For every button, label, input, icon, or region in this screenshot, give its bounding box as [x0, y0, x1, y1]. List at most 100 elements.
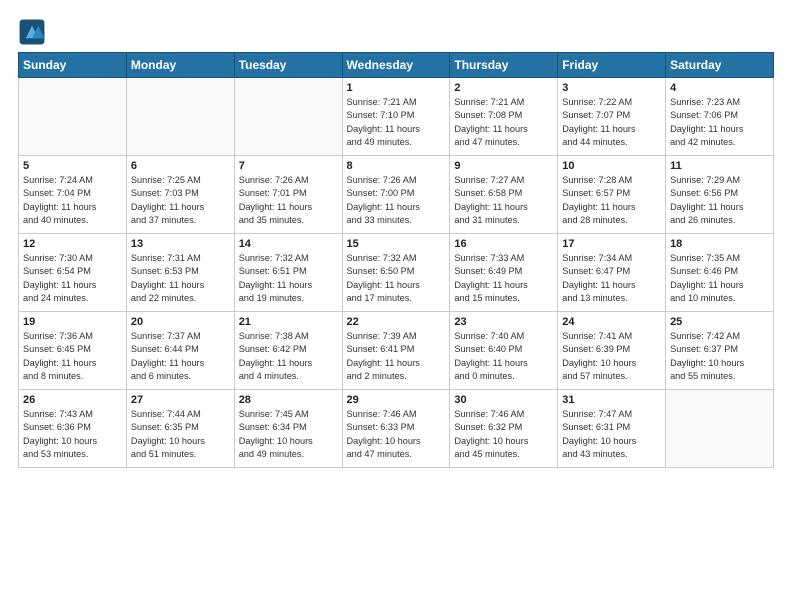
day-number: 13 [131, 238, 230, 250]
day-number: 31 [562, 394, 661, 406]
week-row-1: 1 Sunrise: 7:21 AM Sunset: 7:10 PM Daylig… [19, 78, 774, 156]
day-cell: 7Sunrise: 7:26 AM Sunset: 7:01 PM Daylig… [234, 156, 342, 234]
day-number: 16 [454, 238, 553, 250]
day-cell: 4Sunrise: 7:23 AM Sunset: 7:06 PM Daylig… [666, 78, 774, 156]
day-cell: 30Sunrise: 7:46 AM Sunset: 6:32 PM Dayli… [450, 390, 558, 468]
week-row-2: 5 Sunrise: 7:24 AM Sunset: 7:04 PM Daylig… [19, 156, 774, 234]
day-cell: 31 Sunrise: 7:47 AM Sunset: 6:31 PM Dayli… [558, 390, 666, 468]
day-info: Sunrise: 7:43 AM Sunset: 6:36 PM Dayligh… [23, 408, 122, 461]
day-cell: 27Sunrise: 7:44 AM Sunset: 6:35 PM Dayli… [126, 390, 234, 468]
day-info: Sunrise: 7:47 AM Sunset: 6:31 PM Dayligh… [562, 408, 661, 461]
day-info: Sunrise: 7:21 AM Sunset: 7:08 PM Dayligh… [454, 96, 553, 149]
day-info: Sunrise: 7:41 AM Sunset: 6:39 PM Dayligh… [562, 330, 661, 383]
day-info: Sunrise: 7:26 AM Sunset: 7:01 PM Dayligh… [239, 174, 338, 227]
day-info: Sunrise: 7:29 AM Sunset: 6:56 PM Dayligh… [670, 174, 769, 227]
day-info: Sunrise: 7:24 AM Sunset: 7:04 PM Dayligh… [23, 174, 122, 227]
day-info: Sunrise: 7:27 AM Sunset: 6:58 PM Dayligh… [454, 174, 553, 227]
day-cell: 18 Sunrise: 7:35 AM Sunset: 6:46 PM Dayli… [666, 234, 774, 312]
day-number: 12 [23, 238, 122, 250]
day-info: Sunrise: 7:30 AM Sunset: 6:54 PM Dayligh… [23, 252, 122, 305]
day-number: 6 [131, 160, 230, 172]
day-cell: 6 Sunrise: 7:25 AM Sunset: 7:03 PM Daylig… [126, 156, 234, 234]
day-number: 24 [562, 316, 661, 328]
col-header-monday: Monday [126, 53, 234, 78]
logo-icon [18, 18, 46, 46]
day-number: 1 [347, 82, 446, 94]
day-info: Sunrise: 7:37 AM Sunset: 6:44 PM Dayligh… [131, 330, 230, 383]
day-cell: 13 Sunrise: 7:31 AM Sunset: 6:53 PM Dayli… [126, 234, 234, 312]
day-number: 20 [131, 316, 230, 328]
day-cell: 10 Sunrise: 7:28 AM Sunset: 6:57 PM Dayli… [558, 156, 666, 234]
day-cell [126, 78, 234, 156]
day-info: Sunrise: 7:21 AM Sunset: 7:10 PM Dayligh… [347, 96, 446, 149]
day-cell: 9Sunrise: 7:27 AM Sunset: 6:58 PM Daylig… [450, 156, 558, 234]
day-number: 18 [670, 238, 769, 250]
day-info: Sunrise: 7:32 AM Sunset: 6:50 PM Dayligh… [347, 252, 446, 305]
day-info: Sunrise: 7:46 AM Sunset: 6:33 PM Dayligh… [347, 408, 446, 461]
day-number: 14 [239, 238, 338, 250]
col-header-tuesday: Tuesday [234, 53, 342, 78]
day-number: 11 [670, 160, 769, 172]
day-info: Sunrise: 7:46 AM Sunset: 6:32 PM Dayligh… [454, 408, 553, 461]
day-cell: 17Sunrise: 7:34 AM Sunset: 6:47 PM Dayli… [558, 234, 666, 312]
day-info: Sunrise: 7:31 AM Sunset: 6:53 PM Dayligh… [131, 252, 230, 305]
day-cell: 15 Sunrise: 7:32 AM Sunset: 6:50 PM Dayli… [342, 234, 450, 312]
day-info: Sunrise: 7:25 AM Sunset: 7:03 PM Dayligh… [131, 174, 230, 227]
day-info: Sunrise: 7:28 AM Sunset: 6:57 PM Dayligh… [562, 174, 661, 227]
day-cell: 16 Sunrise: 7:33 AM Sunset: 6:49 PM Dayli… [450, 234, 558, 312]
day-cell: 14Sunrise: 7:32 AM Sunset: 6:51 PM Dayli… [234, 234, 342, 312]
week-row-3: 12 Sunrise: 7:30 AM Sunset: 6:54 PM Dayli… [19, 234, 774, 312]
day-info: Sunrise: 7:26 AM Sunset: 7:00 PM Dayligh… [347, 174, 446, 227]
day-number: 8 [347, 160, 446, 172]
day-info: Sunrise: 7:38 AM Sunset: 6:42 PM Dayligh… [239, 330, 338, 383]
days-header-row: SundayMondayTuesdayWednesdayThursdayFrid… [19, 53, 774, 78]
day-number: 3 [562, 82, 661, 94]
day-number: 15 [347, 238, 446, 250]
day-cell [234, 78, 342, 156]
col-header-thursday: Thursday [450, 53, 558, 78]
day-cell: 26 Sunrise: 7:43 AM Sunset: 6:36 PM Dayli… [19, 390, 127, 468]
day-cell: 29Sunrise: 7:46 AM Sunset: 6:33 PM Dayli… [342, 390, 450, 468]
calendar-table: SundayMondayTuesdayWednesdayThursdayFrid… [18, 52, 774, 468]
day-cell: 28Sunrise: 7:45 AM Sunset: 6:34 PM Dayli… [234, 390, 342, 468]
day-cell: 24 Sunrise: 7:41 AM Sunset: 6:39 PM Dayli… [558, 312, 666, 390]
header [18, 18, 774, 46]
day-number: 5 [23, 160, 122, 172]
day-cell: 12 Sunrise: 7:30 AM Sunset: 6:54 PM Dayli… [19, 234, 127, 312]
day-cell: 8 Sunrise: 7:26 AM Sunset: 7:00 PM Daylig… [342, 156, 450, 234]
day-number: 23 [454, 316, 553, 328]
day-cell: 3 Sunrise: 7:22 AM Sunset: 7:07 PM Daylig… [558, 78, 666, 156]
day-info: Sunrise: 7:44 AM Sunset: 6:35 PM Dayligh… [131, 408, 230, 461]
day-cell: 22Sunrise: 7:39 AM Sunset: 6:41 PM Dayli… [342, 312, 450, 390]
day-number: 26 [23, 394, 122, 406]
week-row-5: 26 Sunrise: 7:43 AM Sunset: 6:36 PM Dayli… [19, 390, 774, 468]
day-cell: 25 Sunrise: 7:42 AM Sunset: 6:37 PM Dayli… [666, 312, 774, 390]
col-header-sunday: Sunday [19, 53, 127, 78]
day-info: Sunrise: 7:39 AM Sunset: 6:41 PM Dayligh… [347, 330, 446, 383]
day-cell [666, 390, 774, 468]
day-cell: 21Sunrise: 7:38 AM Sunset: 6:42 PM Dayli… [234, 312, 342, 390]
day-info: Sunrise: 7:22 AM Sunset: 7:07 PM Dayligh… [562, 96, 661, 149]
day-cell: 5 Sunrise: 7:24 AM Sunset: 7:04 PM Daylig… [19, 156, 127, 234]
day-number: 25 [670, 316, 769, 328]
day-number: 19 [23, 316, 122, 328]
day-cell: 23Sunrise: 7:40 AM Sunset: 6:40 PM Dayli… [450, 312, 558, 390]
col-header-saturday: Saturday [666, 53, 774, 78]
day-cell: 11 Sunrise: 7:29 AM Sunset: 6:56 PM Dayli… [666, 156, 774, 234]
day-info: Sunrise: 7:36 AM Sunset: 6:45 PM Dayligh… [23, 330, 122, 383]
logo [18, 18, 48, 46]
col-header-friday: Friday [558, 53, 666, 78]
day-info: Sunrise: 7:23 AM Sunset: 7:06 PM Dayligh… [670, 96, 769, 149]
week-row-4: 19 Sunrise: 7:36 AM Sunset: 6:45 PM Dayli… [19, 312, 774, 390]
day-number: 10 [562, 160, 661, 172]
page: SundayMondayTuesdayWednesdayThursdayFrid… [0, 0, 792, 478]
col-header-wednesday: Wednesday [342, 53, 450, 78]
day-info: Sunrise: 7:33 AM Sunset: 6:49 PM Dayligh… [454, 252, 553, 305]
day-number: 2 [454, 82, 553, 94]
day-cell: 19 Sunrise: 7:36 AM Sunset: 6:45 PM Dayli… [19, 312, 127, 390]
day-cell: 2 Sunrise: 7:21 AM Sunset: 7:08 PM Daylig… [450, 78, 558, 156]
day-info: Sunrise: 7:35 AM Sunset: 6:46 PM Dayligh… [670, 252, 769, 305]
day-info: Sunrise: 7:42 AM Sunset: 6:37 PM Dayligh… [670, 330, 769, 383]
day-cell: 20 Sunrise: 7:37 AM Sunset: 6:44 PM Dayli… [126, 312, 234, 390]
day-cell [19, 78, 127, 156]
